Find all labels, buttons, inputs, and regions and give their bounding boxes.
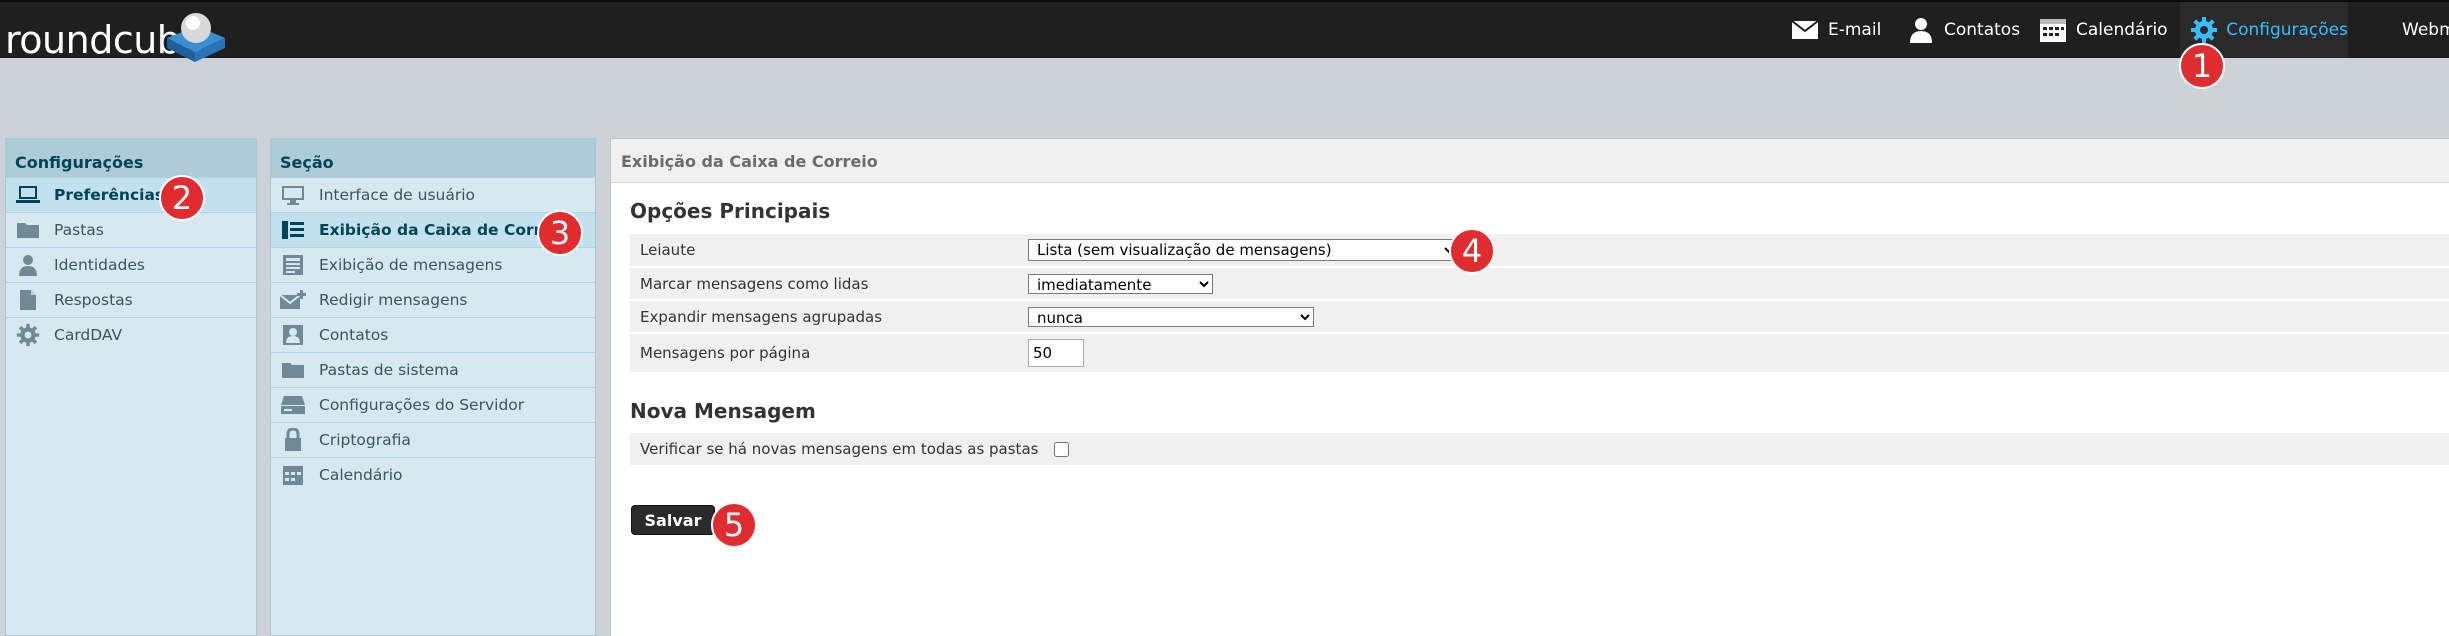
- section-panel-title: Seção: [271, 139, 595, 177]
- section-item-label: Contatos: [319, 326, 389, 344]
- annotation-badge-2: 2: [159, 175, 205, 221]
- settings-item-label: Respostas: [54, 291, 133, 309]
- settings-item-label: Pastas: [54, 221, 104, 239]
- section-item-label: Configurações do Servidor: [319, 396, 525, 414]
- annotation-badge-4: 4: [1449, 228, 1495, 274]
- section-item-label: Exibição de mensagens: [319, 256, 503, 274]
- per-page-label: Mensagens por página: [640, 344, 811, 362]
- settings-item-identities[interactable]: Identidades: [6, 247, 256, 282]
- new-message-title: Nova Mensagem: [630, 399, 816, 423]
- nav-settings-label: Configurações: [2226, 20, 2348, 40]
- annotation-badge-3: 3: [537, 210, 583, 256]
- preferences-content: Exibição da Caixa de Correio Opções Prin…: [610, 138, 2449, 636]
- check-all-checkbox[interactable]: [1054, 441, 1069, 457]
- envelope-icon: [1790, 16, 1820, 44]
- nav-calendar-label: Calendário: [2076, 20, 2168, 40]
- per-page-row: Mensagens por página: [630, 334, 2449, 374]
- folder-icon: [13, 217, 43, 243]
- calendar-icon: [278, 462, 308, 488]
- compose-icon: [278, 287, 308, 313]
- lock-icon: [278, 427, 308, 453]
- roundcube-logo-icon: [167, 13, 225, 62]
- server-icon: [278, 392, 308, 418]
- section-item-label: Pastas de sistema: [319, 361, 459, 379]
- per-page-input[interactable]: [1028, 339, 1084, 367]
- mark-read-select[interactable]: imediatamente: [1028, 273, 1213, 294]
- settings-item-preferences[interactable]: Preferências: [6, 177, 256, 212]
- section-item-label: Calendário: [319, 466, 403, 484]
- section-item-server-settings[interactable]: Configurações do Servidor: [271, 387, 595, 422]
- main-options-title: Opções Principais: [630, 199, 831, 223]
- section-item-user-interface[interactable]: Interface de usuário: [271, 177, 595, 212]
- layout-select[interactable]: Lista (sem visualização de mensagens): [1028, 239, 1458, 261]
- section-item-label: Exibição da Caixa de Correio: [319, 221, 568, 239]
- nav-email[interactable]: E-mail: [1790, 2, 1881, 58]
- nav-email-label: E-mail: [1828, 20, 1882, 40]
- section-item-label: Criptografia: [319, 431, 411, 449]
- check-all-row: Verificar se há novas mensagens em todas…: [630, 433, 2449, 467]
- annotation-badge-5: 5: [711, 502, 757, 548]
- settings-item-label: Identidades: [54, 256, 145, 274]
- settings-item-carddav[interactable]: CardDAV: [6, 317, 256, 352]
- nav-contacts[interactable]: Contatos: [1906, 2, 2020, 58]
- mark-read-row: Marcar mensagens como lidas imediatament…: [630, 268, 2449, 301]
- check-all-label: Verificar se há novas mensagens em todas…: [640, 440, 1039, 458]
- laptop-icon: [13, 182, 43, 208]
- gear-icon: [13, 322, 43, 348]
- monitor-icon: [278, 182, 308, 208]
- nav-contacts-label: Contatos: [1944, 20, 2021, 40]
- section-item-message-view[interactable]: Exibição de mensagens: [271, 247, 595, 282]
- section-item-contacts[interactable]: Contatos: [271, 317, 595, 352]
- gear-icon: [2190, 16, 2218, 44]
- layout-label: Leiaute: [640, 241, 696, 259]
- expand-threads-label: Expandir mensagens agrupadas: [640, 307, 883, 326]
- nav-calendar[interactable]: Calendário: [2038, 2, 2168, 58]
- nav-webmail[interactable]: Webm: [2402, 2, 2449, 58]
- save-button[interactable]: Salvar: [631, 505, 715, 535]
- user-icon: [1906, 16, 1936, 44]
- settings-item-label: CardDAV: [54, 326, 123, 344]
- layout-row: Leiaute Lista (sem visualização de mensa…: [630, 234, 2449, 268]
- settings-item-label: Preferências: [54, 186, 165, 204]
- expand-threads-select[interactable]: nunca: [1028, 306, 1314, 327]
- document-icon: [13, 287, 43, 313]
- section-item-system-folders[interactable]: Pastas de sistema: [271, 352, 595, 387]
- user-icon: [13, 252, 43, 278]
- settings-item-responses[interactable]: Respostas: [6, 282, 256, 317]
- settings-panel: Configurações Preferências Pastas Identi…: [5, 138, 257, 636]
- top-bar: roundcube E-mail Contatos Calendário Con…: [0, 0, 2449, 62]
- nav-webmail-label: Webm: [2402, 20, 2449, 40]
- annotation-badge-1: 1: [2179, 43, 2225, 89]
- section-item-calendar[interactable]: Calendário: [271, 457, 595, 492]
- settings-item-folders[interactable]: Pastas: [6, 212, 256, 247]
- folder-icon: [278, 357, 308, 383]
- expand-threads-row: Expandir mensagens agrupadas nunca: [630, 301, 2449, 334]
- mailbox-list-icon: [278, 217, 308, 243]
- contact-card-icon: [278, 322, 308, 348]
- section-item-label: Redigir mensagens: [319, 291, 468, 309]
- calendar-icon: [2038, 16, 2068, 44]
- message-view-icon: [278, 252, 308, 278]
- section-item-encryption[interactable]: Criptografia: [271, 422, 595, 457]
- content-header: Exibição da Caixa de Correio: [611, 139, 2449, 183]
- settings-panel-title: Configurações: [6, 139, 256, 177]
- mark-read-label: Marcar mensagens como lidas: [640, 274, 869, 293]
- section-item-compose[interactable]: Redigir mensagens: [271, 282, 595, 317]
- section-item-label: Interface de usuário: [319, 186, 476, 204]
